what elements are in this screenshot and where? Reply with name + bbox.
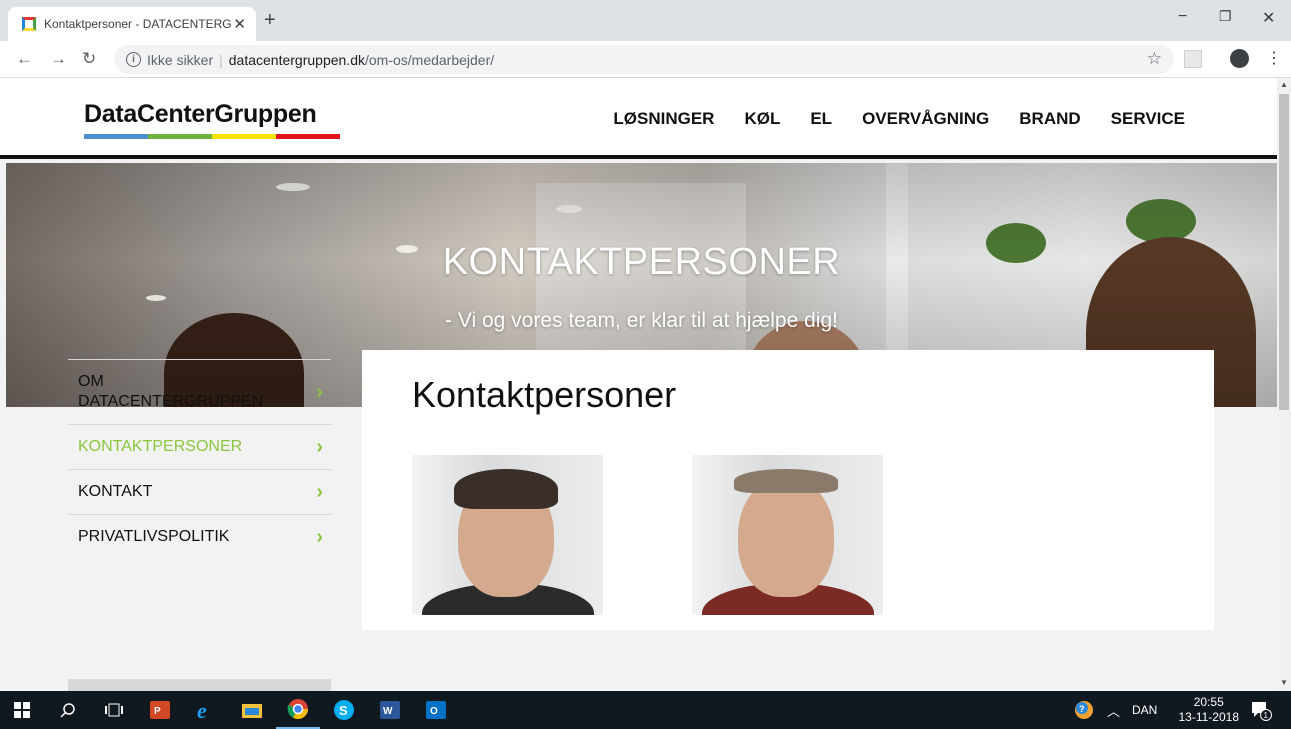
forward-icon[interactable]: →	[50, 49, 67, 69]
word-icon[interactable]: W	[368, 691, 412, 729]
skype-icon[interactable]: S	[322, 691, 366, 729]
search-icon[interactable]	[46, 691, 90, 729]
clock-time: 20:55	[1193, 695, 1224, 709]
content-card: Kontaktpersoner	[362, 350, 1214, 630]
outlook-icon[interactable]: O	[414, 691, 458, 729]
restore-icon[interactable]: ❐	[1219, 8, 1232, 25]
sidebar-item-om-datacentergruppen[interactable]: OM DATACENTERGRUPPEN ›	[68, 359, 331, 424]
address-bar[interactable]: i Ikke sikker | datacentergruppen.dk /om…	[114, 45, 1174, 74]
show-hidden-icons-icon[interactable]: ︿	[1107, 691, 1120, 729]
logo-text: DataCenterGruppen	[84, 100, 317, 128]
powerpoint-icon[interactable]: P	[138, 691, 182, 729]
svg-text:S: S	[339, 703, 348, 718]
pdf-extension-icon[interactable]	[1184, 50, 1202, 68]
page-title: Kontaktpersoner	[412, 374, 677, 415]
site-favicon-icon	[22, 17, 36, 31]
chrome-icon[interactable]	[276, 691, 320, 729]
main-navigation: LØSNINGER KØL EL OVERVÅGNING BRAND SERVI…	[613, 109, 1185, 129]
nav-kol[interactable]: KØL	[744, 109, 780, 129]
site-header: DataCenterGruppen LØSNINGER KØL EL OVERV…	[0, 78, 1277, 159]
site-logo[interactable]: DataCenterGruppen	[84, 100, 340, 139]
svg-text:O: O	[430, 706, 438, 717]
menu-kebab-icon[interactable]: ⋮	[1266, 48, 1282, 68]
profile-avatar-icon[interactable]	[1230, 49, 1249, 68]
omnibox-divider: |	[219, 51, 223, 68]
browser-tab[interactable]: Kontaktpersoner - DATACENTERG ✕	[8, 7, 256, 41]
chevron-right-icon: ›	[316, 381, 323, 403]
system-clock[interactable]: 20:55 13-11-2018	[1179, 695, 1240, 725]
hero-subtitle: - Vi og vores team, er klar til at hjælp…	[445, 309, 838, 332]
nav-overvagning[interactable]: OVERVÅGNING	[862, 109, 989, 129]
sidebar-item-label: KONTAKTPERSONER	[78, 438, 243, 455]
info-icon[interactable]: i	[126, 52, 141, 67]
employee-photo[interactable]	[692, 455, 883, 615]
nav-brand[interactable]: BRAND	[1019, 109, 1080, 129]
page-scrollbar[interactable]: ▲ ▼	[1277, 78, 1291, 691]
url-path: /om-os/medarbejder/	[364, 51, 495, 68]
help-tray-icon[interactable]: ?	[1074, 691, 1094, 729]
chevron-right-icon: ›	[316, 436, 323, 458]
action-center-icon[interactable]: 1	[1250, 691, 1272, 729]
internet-explorer-icon[interactable]: e	[184, 691, 228, 729]
task-view-icon[interactable]	[92, 691, 136, 729]
sidebar-box	[68, 679, 331, 691]
file-explorer-icon[interactable]	[230, 691, 274, 729]
clock-date: 13-11-2018	[1178, 710, 1240, 724]
logo-color-bar	[84, 134, 340, 139]
scroll-thumb[interactable]	[1279, 94, 1289, 410]
nav-losninger[interactable]: LØSNINGER	[613, 109, 714, 129]
tab-title: Kontaktpersoner - DATACENTERG	[44, 17, 232, 31]
hero-title: KONTAKTPERSONER	[442, 241, 841, 283]
close-window-icon[interactable]: ✕	[1262, 8, 1275, 28]
bookmark-star-icon[interactable]: ☆	[1147, 49, 1162, 69]
nav-el[interactable]: EL	[810, 109, 832, 129]
sidebar-item-privatlivspolitik[interactable]: PRIVATLIVSPOLITIK ›	[68, 514, 331, 559]
windows-start-icon[interactable]	[0, 691, 44, 729]
windows-taskbar: P e S W O ? ︿ DAN 20:55 13-11-2018 1	[0, 691, 1291, 729]
new-tab-icon[interactable]: +	[264, 9, 276, 31]
sidebar-item-kontakt[interactable]: KONTAKT ›	[68, 469, 331, 514]
nav-service[interactable]: SERVICE	[1111, 109, 1185, 129]
svg-text:P: P	[154, 706, 161, 717]
security-label: Ikke sikker	[147, 51, 214, 68]
sidebar-item-label: KONTAKT	[78, 483, 153, 500]
browser-tab-strip: Kontaktpersoner - DATACENTERG ✕ + − ❐ ✕	[0, 0, 1291, 41]
tab-close-icon[interactable]: ✕	[233, 15, 246, 33]
minimize-icon[interactable]: −	[1178, 8, 1187, 26]
url-host: datacentergruppen.dk	[228, 51, 365, 68]
notification-count: 1	[1264, 711, 1269, 720]
browser-toolbar: ← → ↻ i Ikke sikker | datacentergruppen.…	[0, 41, 1291, 78]
svg-text:e: e	[197, 699, 207, 721]
input-language[interactable]: DAN	[1132, 691, 1157, 729]
sidebar-item-label: PRIVATLIVSPOLITIK	[78, 528, 230, 545]
sidebar-menu: OM DATACENTERGRUPPEN › KONTAKTPERSONER ›…	[68, 359, 331, 559]
chevron-right-icon: ›	[316, 481, 323, 503]
sidebar-item-label: OM DATACENTERGRUPPEN	[78, 373, 264, 410]
scroll-down-icon[interactable]: ▼	[1280, 678, 1288, 687]
sidebar-item-kontaktpersoner[interactable]: KONTAKTPERSONER ›	[68, 424, 331, 469]
svg-text:W: W	[383, 706, 393, 717]
employee-photo[interactable]	[412, 455, 603, 615]
scroll-up-icon[interactable]: ▲	[1280, 80, 1288, 89]
back-icon[interactable]: ←	[16, 49, 33, 69]
reload-icon[interactable]: ↻	[82, 49, 96, 69]
svg-text:?: ?	[1079, 704, 1085, 714]
chevron-right-icon: ›	[316, 526, 323, 548]
